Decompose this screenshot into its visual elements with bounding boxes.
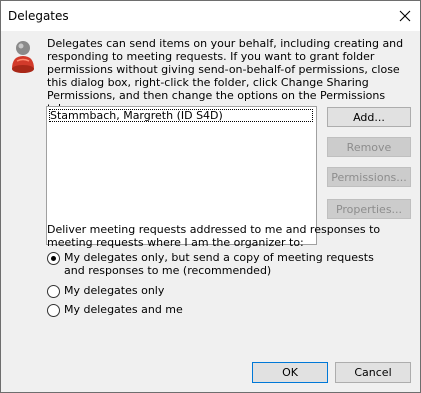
radio-dot [51, 256, 56, 261]
radio-button[interactable] [47, 285, 60, 298]
deliver-label: Deliver meeting requests addressed to me… [47, 223, 381, 249]
info-text: Delegates can send items on your behalf,… [47, 37, 404, 115]
dialog-body: Delegates can send items on your behalf,… [1, 31, 420, 392]
radio-delegates-only[interactable]: My delegates only [47, 284, 164, 298]
radio-delegates-copy[interactable]: My delegates only, but send a copy of me… [47, 251, 397, 277]
radio-button[interactable] [47, 304, 60, 317]
radio-label: My delegates only [64, 284, 165, 297]
title-bar: Delegates [1, 1, 420, 31]
permissions-button[interactable]: Permissions... [327, 167, 411, 187]
radio-label: My delegates and me [64, 303, 183, 316]
remove-button[interactable]: Remove [327, 137, 411, 157]
list-item[interactable]: Stammbach, Margreth (ID S4D) [49, 109, 313, 122]
add-button[interactable]: Add... [327, 107, 411, 127]
radio-delegates-and-me[interactable]: My delegates and me [47, 303, 183, 317]
ok-button[interactable]: OK [252, 362, 328, 383]
window-title: Delegates [8, 9, 69, 23]
cancel-button[interactable]: Cancel [335, 362, 411, 383]
close-button[interactable] [390, 1, 420, 31]
properties-button[interactable]: Properties... [327, 199, 411, 219]
close-icon [399, 10, 411, 22]
delegates-dialog: Delegates Delegates can send items on yo… [0, 0, 421, 393]
radio-label: My delegates only, but send a copy of me… [64, 251, 374, 277]
radio-button-selected[interactable] [47, 252, 60, 265]
delegate-user-icon [12, 41, 34, 73]
